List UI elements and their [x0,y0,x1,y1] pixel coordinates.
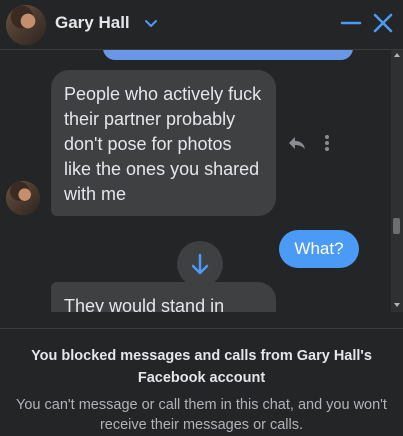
arrow-down-icon [191,253,209,275]
chevron-down-icon[interactable] [142,14,160,32]
scrollbar-thumb[interactable] [393,218,400,234]
contact-name[interactable]: Gary Hall [55,13,130,33]
scrollbar[interactable] [391,50,403,312]
jump-to-latest-button[interactable] [177,241,223,287]
sender-avatar [6,181,40,215]
previous-outgoing-bubble [103,50,353,60]
reply-icon[interactable] [287,135,307,151]
scroll-up-arrow-icon[interactable] [394,53,400,57]
incoming-message[interactable]: People who actively fuck their partner p… [51,70,276,216]
close-icon[interactable] [370,10,396,36]
incoming-message[interactable]: They would stand in [51,282,276,312]
scroll-down-arrow-icon[interactable] [394,303,400,307]
message-list[interactable]: People who actively fuck their partner p… [0,50,403,312]
chat-header: Gary Hall [0,0,403,50]
outgoing-message[interactable]: What? [279,230,359,268]
more-vertical-icon[interactable] [321,133,333,153]
blocked-notice: You blocked messages and calls from Gary… [0,328,403,436]
blocked-notice-title: You blocked messages and calls from Gary… [31,348,372,386]
minimize-icon[interactable] [338,10,364,36]
contact-avatar[interactable] [6,5,46,45]
blocked-notice-subtitle: You can't message or call them in this c… [16,397,387,433]
